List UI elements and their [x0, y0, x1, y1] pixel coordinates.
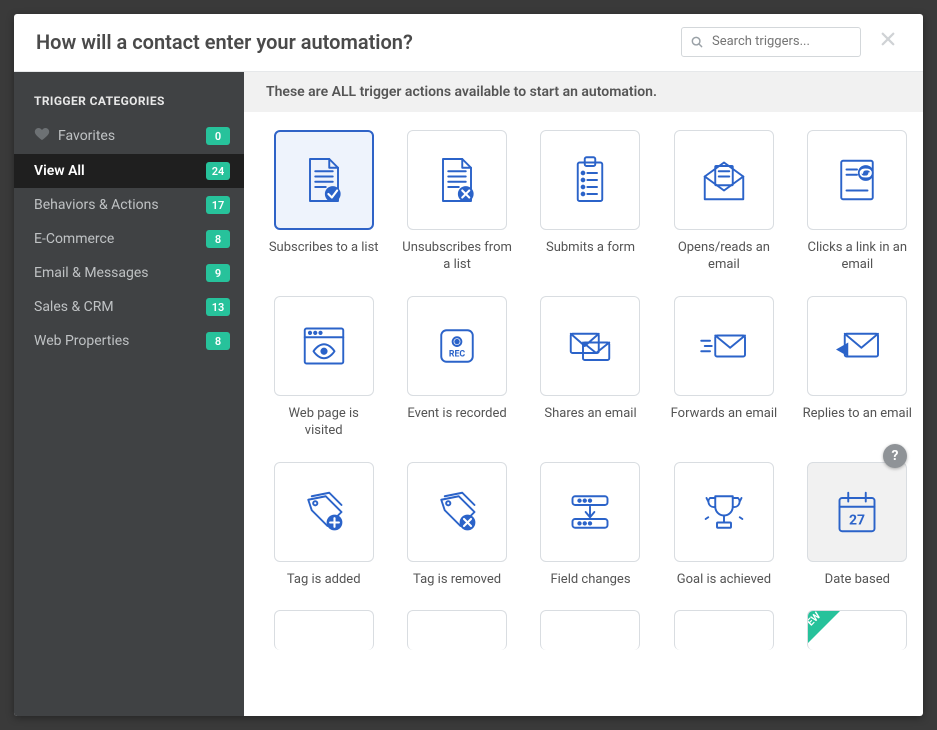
sidebar-item-web[interactable]: Web Properties 8	[14, 324, 244, 358]
document-x-icon	[429, 152, 485, 208]
sidebar-badge: 8	[206, 332, 230, 350]
search-icon	[690, 35, 704, 49]
sidebar-item-behaviors[interactable]: Behaviors & Actions 17	[14, 188, 244, 222]
trigger-scroll[interactable]: Subscribes to a list Unsubscribes from a…	[244, 112, 923, 716]
trigger-partial-3[interactable]	[533, 610, 648, 660]
help-button[interactable]: ?	[883, 444, 907, 468]
close-button[interactable]	[875, 26, 901, 57]
trigger-tag-added[interactable]: Tag is added	[266, 462, 381, 589]
trigger-partial-1[interactable]	[266, 610, 381, 660]
close-icon	[879, 30, 897, 48]
envelope-open-icon	[696, 152, 752, 208]
trophy-icon	[696, 484, 752, 540]
trigger-label: Shares an email	[544, 406, 636, 423]
trigger-replies-email[interactable]: Replies to an email	[800, 296, 915, 440]
search-input[interactable]	[710, 33, 852, 50]
main-panel: These are ALL trigger actions available …	[244, 72, 923, 716]
trigger-partial-4[interactable]	[666, 610, 781, 660]
mail-reply-icon	[829, 318, 885, 374]
sidebar-badge: 13	[206, 298, 230, 316]
tag-plus-icon	[296, 484, 352, 540]
heart-icon	[34, 126, 50, 146]
trigger-partial-2[interactable]	[399, 610, 514, 660]
modal-header: How will a contact enter your automation…	[14, 14, 923, 72]
trigger-label: Tag is added	[287, 572, 361, 589]
rec-icon: REC	[429, 318, 485, 374]
sidebar-item-label: View All	[34, 163, 206, 179]
trigger-unsubscribes-list[interactable]: Unsubscribes from a list	[399, 130, 514, 274]
trigger-label: Goal is achieved	[677, 572, 771, 589]
sidebar-item-ecommerce[interactable]: E-Commerce 8	[14, 222, 244, 256]
fields-icon	[562, 484, 618, 540]
search-triggers[interactable]	[681, 27, 861, 57]
trigger-label: Date based	[825, 572, 890, 589]
trigger-label: Subscribes to a list	[269, 240, 379, 257]
trigger-label: Submits a form	[546, 240, 635, 257]
trigger-label: Clicks a link in an email	[802, 240, 912, 274]
sidebar-item-label: E-Commerce	[34, 231, 206, 247]
sidebar: TRIGGER CATEGORIES Favorites 0 View All …	[14, 72, 244, 716]
trigger-forwards-email[interactable]: Forwards an email	[666, 296, 781, 440]
calendar-icon: 27	[829, 484, 885, 540]
document-check-icon	[296, 152, 352, 208]
trigger-label: Unsubscribes from a list	[402, 240, 512, 274]
sidebar-item-view-all[interactable]: View All 24	[14, 154, 244, 188]
trigger-grid: Subscribes to a list Unsubscribes from a…	[266, 130, 915, 660]
trigger-field-changes[interactable]: Field changes	[533, 462, 648, 589]
sidebar-badge: 24	[206, 162, 230, 180]
trigger-label: Field changes	[550, 572, 630, 589]
trigger-partial-5[interactable]: EW	[800, 610, 915, 660]
sidebar-item-email[interactable]: Email & Messages 9	[14, 256, 244, 290]
trigger-subscribes-list[interactable]: Subscribes to a list	[266, 130, 381, 274]
sidebar-item-sales[interactable]: Sales & CRM 13	[14, 290, 244, 324]
sidebar-item-favorites[interactable]: Favorites 0	[14, 118, 244, 154]
trigger-shares-email[interactable]: Shares an email	[533, 296, 648, 440]
clipboard-icon	[562, 152, 618, 208]
trigger-web-page-visited[interactable]: Web page is visited	[266, 296, 381, 440]
trigger-label: Opens/reads an email	[669, 240, 779, 274]
svg-text:27: 27	[849, 512, 865, 528]
trigger-tag-removed[interactable]: Tag is removed	[399, 462, 514, 589]
sidebar-badge: 17	[206, 196, 230, 214]
description-strip: These are ALL trigger actions available …	[244, 72, 923, 112]
tag-x-icon	[429, 484, 485, 540]
sidebar-item-label: Email & Messages	[34, 265, 206, 281]
sidebar-badge: 9	[206, 264, 230, 282]
trigger-label: Web page is visited	[269, 406, 379, 440]
svg-text:REC: REC	[449, 349, 466, 359]
sidebar-heading: TRIGGER CATEGORIES	[14, 86, 244, 118]
browser-eye-icon	[296, 318, 352, 374]
sidebar-item-label: Favorites	[58, 128, 206, 144]
trigger-event-recorded[interactable]: REC Event is recorded	[399, 296, 514, 440]
trigger-date-based[interactable]: 27 Date based	[800, 462, 915, 589]
sidebar-item-label: Behaviors & Actions	[34, 197, 206, 213]
trigger-label: Tag is removed	[413, 572, 501, 589]
mail-pair-icon	[562, 318, 618, 374]
trigger-opens-email[interactable]: Opens/reads an email	[666, 130, 781, 274]
new-ribbon: EW	[807, 610, 842, 645]
sidebar-item-label: Sales & CRM	[34, 299, 206, 315]
trigger-submits-form[interactable]: Submits a form	[533, 130, 648, 274]
document-link-icon	[829, 152, 885, 208]
trigger-goal-achieved[interactable]: Goal is achieved	[666, 462, 781, 589]
trigger-label: Event is recorded	[407, 406, 506, 423]
trigger-label: Forwards an email	[671, 406, 778, 423]
trigger-label: Replies to an email	[803, 406, 912, 423]
sidebar-badge: 0	[206, 127, 230, 145]
trigger-picker-modal: How will a contact enter your automation…	[14, 14, 923, 716]
modal-title: How will a contact enter your automation…	[36, 30, 681, 54]
mail-forward-icon	[696, 318, 752, 374]
sidebar-badge: 8	[206, 230, 230, 248]
trigger-clicks-link[interactable]: Clicks a link in an email	[800, 130, 915, 274]
sidebar-item-label: Web Properties	[34, 333, 206, 349]
